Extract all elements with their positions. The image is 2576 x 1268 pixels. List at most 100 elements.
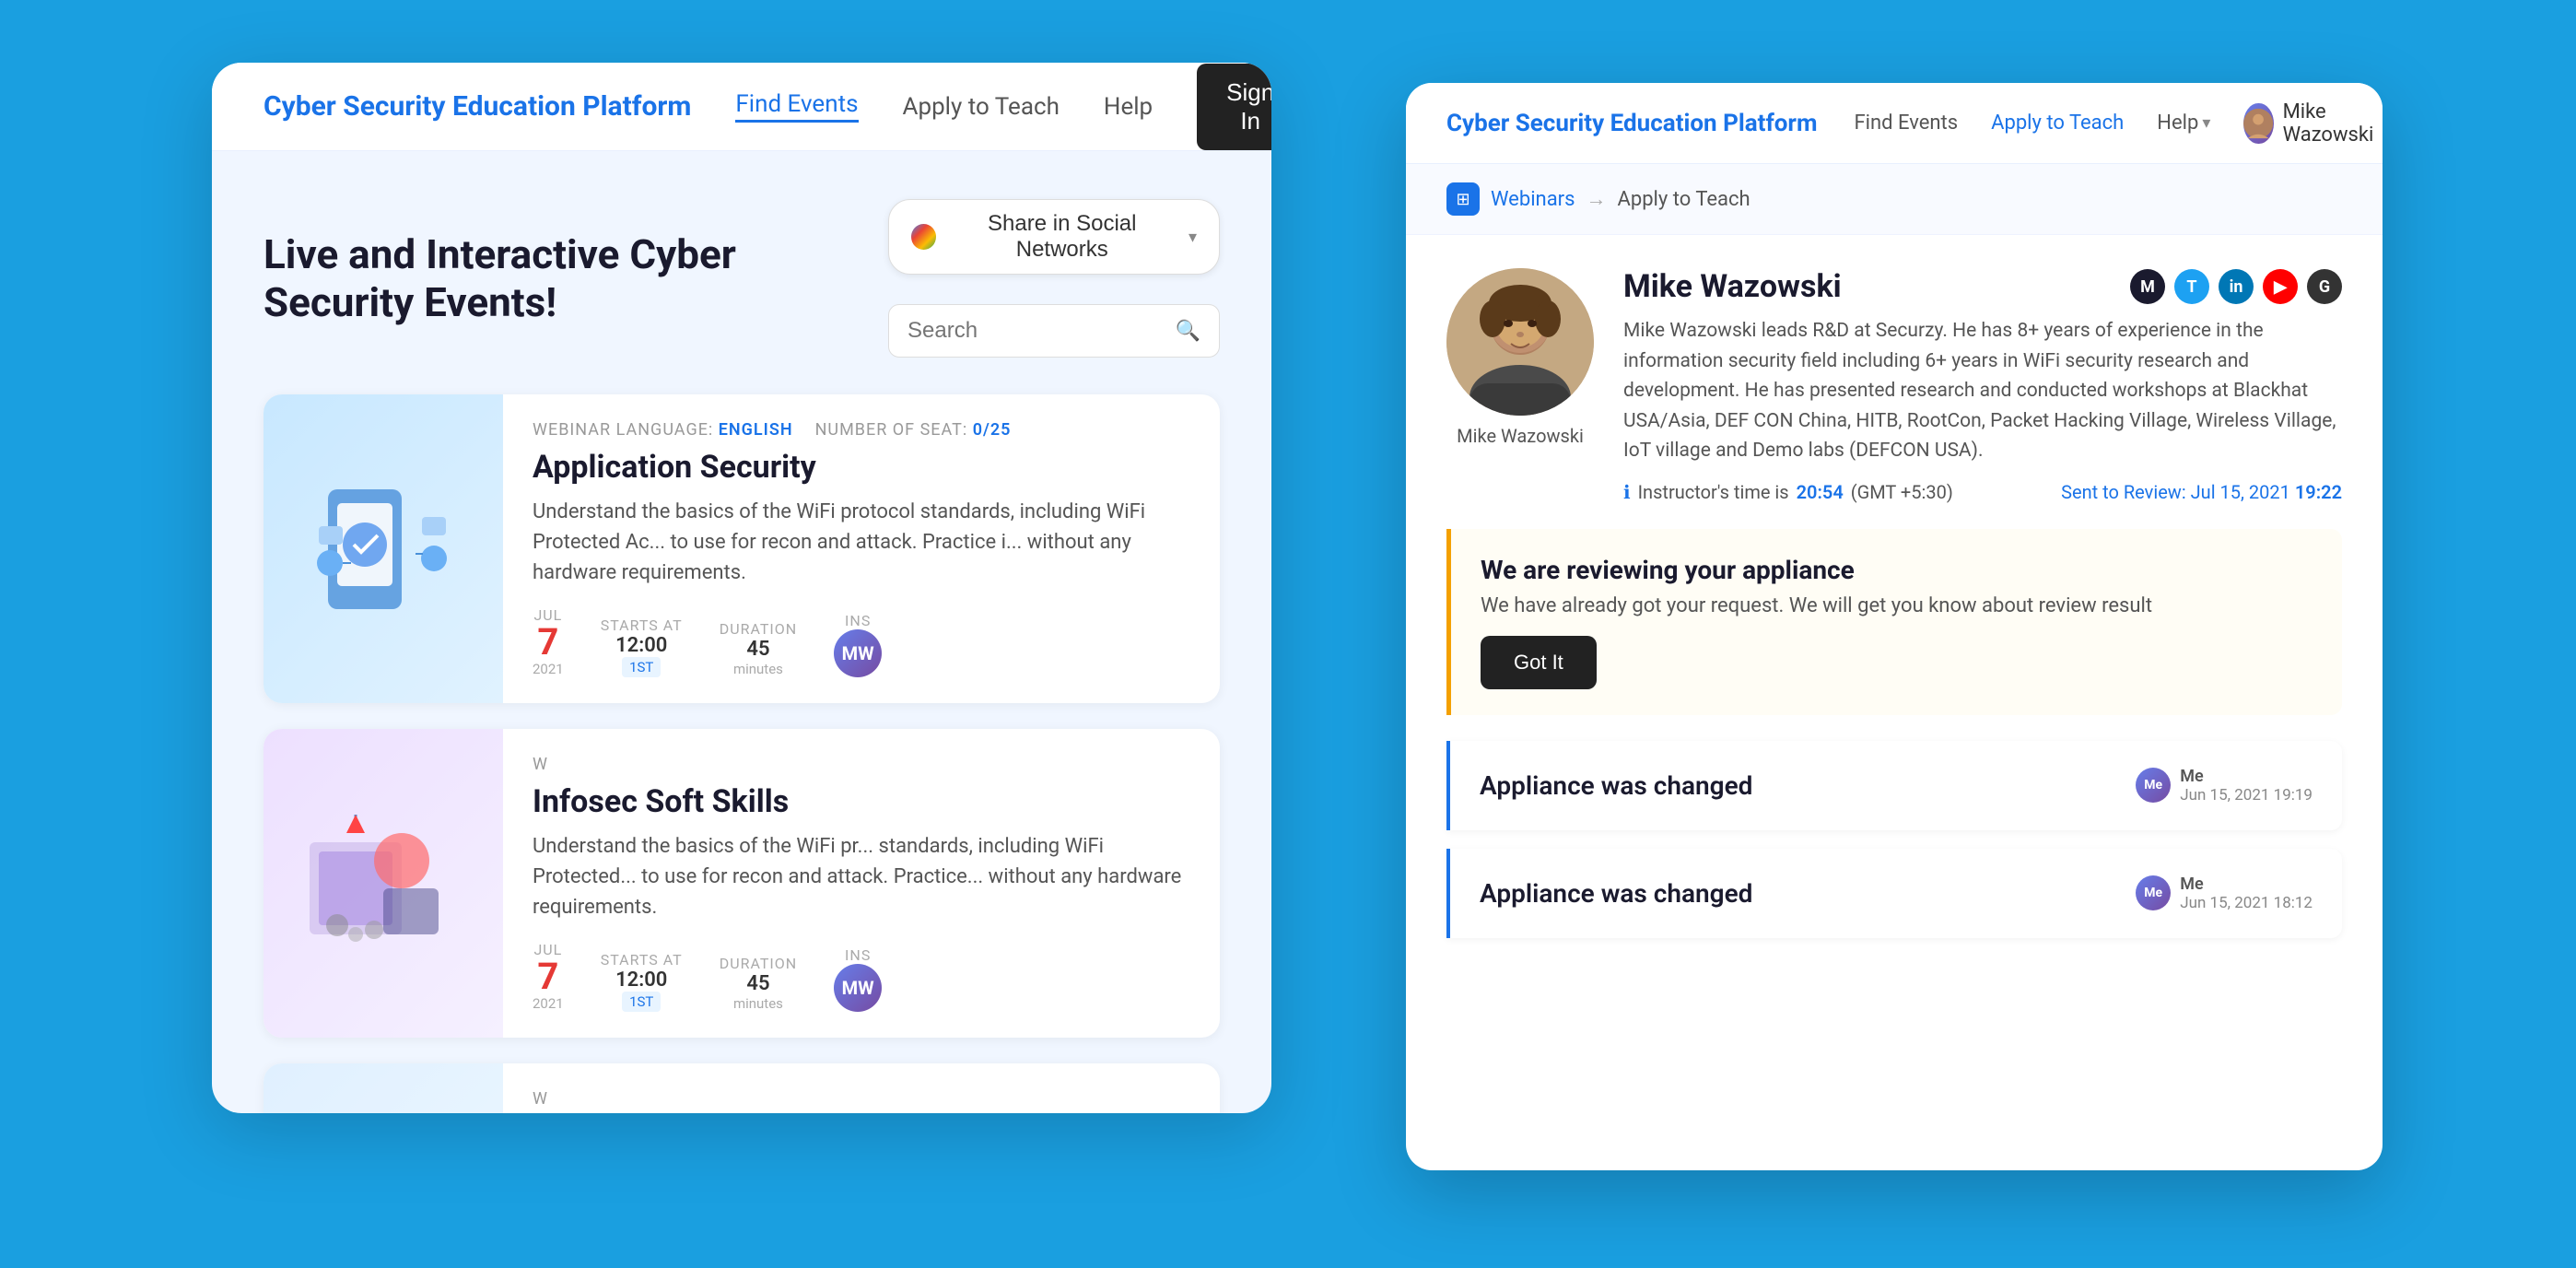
profile-photo <box>1446 268 1594 416</box>
day-value: 7 <box>537 958 558 995</box>
back-nav-apply-to-teach[interactable]: Apply to Teach <box>903 93 1060 121</box>
sent-review-date: Jul 15, 2021 <box>2191 481 2290 503</box>
info-icon: ℹ <box>1623 481 1631 503</box>
event-month: JUL 7 2021 <box>533 606 564 677</box>
social-icons: M T in ▶ G <box>2130 269 2342 304</box>
starts-at-label: STARTS AT <box>601 951 683 969</box>
help-label: Help <box>2157 112 2198 135</box>
profile-avatar <box>1446 268 1594 416</box>
profile-avatar-wrap: Mike Wazowski <box>1446 268 1594 447</box>
breadcrumb-link[interactable]: Webinars <box>1491 188 1575 211</box>
breadcrumb-current: Apply to Teach <box>1617 188 1750 211</box>
appliance-text-2: Appliance was changed <box>1480 878 1752 909</box>
sent-review-label: Sent to Review: <box>2061 481 2186 503</box>
back-nav-help[interactable]: Help <box>1104 93 1153 121</box>
event-badge-row-infosec: W <box>533 755 1190 774</box>
user-avatar <box>2243 103 2273 144</box>
appliance-time-1: Jun 15, 2021 19:19 <box>2180 786 2313 804</box>
appliance-meta-1: Me Me Jun 15, 2021 19:19 <box>2136 767 2313 804</box>
got-it-button[interactable]: Got It <box>1481 636 1597 689</box>
social-icon-medium[interactable]: M <box>2130 269 2165 304</box>
user-avatar-img <box>2243 103 2273 144</box>
instructor-tz: (GMT +5:30) <box>1851 481 1953 503</box>
starts-at-value: 12:00 <box>615 969 667 992</box>
search-input[interactable] <box>907 318 1176 344</box>
ins-label: INS <box>845 946 871 964</box>
appliance-date-value-1: Jun 15, 2021 <box>2180 786 2269 804</box>
breadcrumb: ⊞ Webinars → Apply to Teach <box>1406 164 2383 235</box>
front-nav-help[interactable]: Help ▾ <box>2157 112 2210 135</box>
social-icon-other[interactable]: G <box>2307 269 2342 304</box>
duration-unit: minutes <box>733 661 783 677</box>
duration-value: 45 <box>746 638 769 661</box>
profile-name-row: Mike Wazowski M T in ▶ G <box>1623 268 2342 305</box>
appliance-user-avatar-1: Me <box>2136 768 2171 803</box>
w-badge: W <box>533 755 548 774</box>
app-security-illustration <box>291 471 475 628</box>
search-box: 🔍 <box>888 304 1220 358</box>
profile-section: Mike Wazowski Mike Wazowski M T in ▶ G M… <box>1406 235 2383 529</box>
share-icon <box>911 224 936 250</box>
back-panel-nav: Cyber Security Education Platform Find E… <box>212 63 1271 151</box>
appliance-user-label-1: Me <box>2180 767 2203 786</box>
instructor-time-value: 20:54 <box>1797 481 1844 503</box>
sent-to-review: Sent to Review: Jul 15, 2021 19:22 <box>2061 481 2342 503</box>
back-panel: Cyber Security Education Platform Find E… <box>212 63 1271 1113</box>
front-user[interactable]: Mike Wazowski ≡ <box>2243 100 2383 147</box>
social-icon-linkedin[interactable]: in <box>2219 269 2254 304</box>
event-title-infosec: Infosec Soft Skills <box>533 783 1190 820</box>
event-card-offensive: W Offensive Security Understand the basi… <box>263 1063 1220 1113</box>
appliance-time-2: Jun 15, 2021 18:12 <box>2180 894 2313 912</box>
event-meta-row-infosec: JUL 7 2021 STARTS AT 12:00 1ST DURATION … <box>533 941 1190 1012</box>
search-button[interactable]: 🔍 <box>1176 319 1200 343</box>
breadcrumb-icon: ⊞ <box>1446 182 1480 216</box>
appliance-text-1: Appliance was changed <box>1480 770 1752 801</box>
appliance-user-label-2: Me <box>2180 875 2203 894</box>
appliance-time-value-1: 19:19 <box>2274 786 2313 804</box>
duration-value: 45 <box>746 972 769 995</box>
event-card-app-security: WEBINAR LANGUAGE: ENGLISH NUMBER OF SEAT… <box>263 394 1220 703</box>
instructor-avatar: MW <box>834 629 882 677</box>
event-meta-row: JUL 7 2021 STARTS AT 12:00 1ST DURATION … <box>533 606 1190 677</box>
back-nav-find-events[interactable]: Find Events <box>735 90 858 123</box>
share-label: Share in Social Networks <box>945 211 1179 263</box>
appliance-item-1: Appliance was changed Me Me Jun 15, 2021… <box>1446 741 2342 830</box>
event-duration: DURATION 45 minutes <box>720 620 797 677</box>
instructor-time: ℹ Instructor's time is 20:54 (GMT +5:30) <box>1623 481 1953 503</box>
infosec-duration: DURATION 45 minutes <box>720 955 797 1012</box>
tag-value: 1ST <box>622 657 661 677</box>
front-nav-apply-to-teach[interactable]: Apply to Teach <box>1991 112 2124 135</box>
duration-label: DURATION <box>720 955 797 972</box>
tag-value: 1ST <box>622 992 661 1012</box>
event-card-content-offensive: W Offensive Security Understand the basi… <box>503 1063 1220 1113</box>
appliance-meta-2: Me Me Jun 15, 2021 18:12 <box>2136 875 2313 912</box>
instructor-time-label: Instructor's time is <box>1638 481 1789 503</box>
social-icon-twitter[interactable]: T <box>2174 269 2209 304</box>
front-nav-find-events[interactable]: Find Events <box>1854 112 1958 135</box>
review-desc: We have already got your request. We wil… <box>1481 594 2313 617</box>
back-panel-header-row: Live and Interactive Cyber Security Even… <box>263 199 1220 358</box>
event-thumb-infosec <box>263 729 503 1038</box>
appliance-date-value-2: Jun 15, 2021 <box>2180 894 2269 912</box>
back-panel-body: Live and Interactive Cyber Security Even… <box>212 151 1271 1113</box>
w-badge: W <box>533 1089 548 1109</box>
year-value: 2021 <box>533 995 564 1012</box>
front-logo: Cyber Security Education Platform <box>1446 110 1817 137</box>
review-box: We are reviewing your appliance We have … <box>1446 529 2342 715</box>
appliance-date-1: Me Jun 15, 2021 19:19 <box>2180 767 2313 804</box>
ins-label: INS <box>845 612 871 629</box>
instructor-avatar: MW <box>834 964 882 1012</box>
social-icon-youtube[interactable]: ▶ <box>2263 269 2298 304</box>
front-nav-links: Find Events Apply to Teach Help ▾ Mike W… <box>1854 100 2383 147</box>
appliance-item-2: Appliance was changed Me Me Jun 15, 2021… <box>1446 849 2342 938</box>
sign-in-button[interactable]: Sign In <box>1197 64 1271 150</box>
event-desc-app-security: Understand the basics of the WiFi protoc… <box>533 497 1190 588</box>
year-value: 2021 <box>533 661 564 677</box>
instructor-time-row: ℹ Instructor's time is 20:54 (GMT +5:30)… <box>1623 481 2342 503</box>
event-badge-row: WEBINAR LANGUAGE: ENGLISH NUMBER OF SEAT… <box>533 420 1190 440</box>
infosec-instructor: INS MW <box>834 946 882 1012</box>
language-badge: WEBINAR LANGUAGE: ENGLISH <box>533 420 793 440</box>
event-badge-row-offensive: W <box>533 1089 1190 1109</box>
share-button[interactable]: Share in Social Networks ▾ <box>888 199 1220 275</box>
page-title: Live and Interactive Cyber Security Even… <box>263 230 888 326</box>
